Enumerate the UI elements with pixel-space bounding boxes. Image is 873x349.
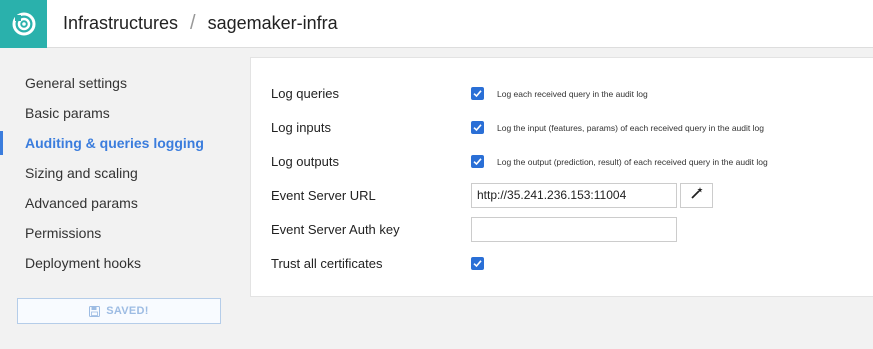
log-queries-checkbox[interactable] [471,87,484,100]
log-inputs-row: Log inputs Log the input (features, para… [251,113,873,143]
event-server-auth-key-input[interactable] [471,217,677,242]
sidebar-item-basic-params[interactable]: Basic params [0,98,249,128]
saved-button-label: SAVED! [106,305,149,317]
saved-button[interactable]: SAVED! [17,298,221,324]
log-inputs-checkbox[interactable] [471,121,484,134]
sidebar-item-permissions[interactable]: Permissions [0,218,249,248]
event-server-url-row: Event Server URL http://35.241.236.153:1… [251,181,873,211]
sidebar-item-sizing-scaling[interactable]: Sizing and scaling [0,158,249,188]
log-outputs-row: Log outputs Log the output (prediction, … [251,147,873,177]
magic-wand-icon [690,186,704,205]
log-queries-label: Log queries [271,86,339,101]
trust-all-certificates-checkbox[interactable] [471,257,484,270]
trust-all-certificates-label: Trust all certificates [271,256,383,271]
magic-wand-button[interactable] [680,183,713,208]
floppy-disk-icon [89,305,101,317]
log-outputs-checkbox[interactable] [471,155,484,168]
top-bar: Infrastructures / sagemaker-infra [0,0,873,48]
dataiku-logo-icon[interactable] [0,0,47,48]
sidebar-item-general-settings[interactable]: General settings [0,68,249,98]
settings-sidebar: General settings Basic params Auditing &… [0,48,249,349]
event-server-auth-key-row: Event Server Auth key [251,215,873,245]
event-server-auth-key-label: Event Server Auth key [271,222,400,237]
auditing-settings-panel: Log queries Log each received query in t… [250,57,873,297]
sidebar-item-advanced-params[interactable]: Advanced params [0,188,249,218]
log-queries-row: Log queries Log each received query in t… [251,79,873,109]
log-outputs-label: Log outputs [271,154,339,169]
event-server-url-input[interactable]: http://35.241.236.153:11004 [471,183,677,208]
event-server-url-label: Event Server URL [271,188,376,203]
breadcrumb-infrastructures-link[interactable]: Infrastructures [63,13,178,34]
log-queries-help: Log each received query in the audit log [497,89,648,99]
breadcrumb-current: sagemaker-infra [207,13,338,33]
log-inputs-help: Log the input (features, params) of each… [497,123,764,133]
sidebar-item-auditing-queries-logging[interactable]: Auditing & queries logging [0,128,249,158]
breadcrumb: Infrastructures / sagemaker-infra [63,12,338,35]
breadcrumb-separator: / [190,12,196,34]
log-outputs-help: Log the output (prediction, result) of e… [497,157,768,167]
log-inputs-label: Log inputs [271,120,331,135]
sidebar-item-deployment-hooks[interactable]: Deployment hooks [0,248,249,278]
trust-all-certificates-row: Trust all certificates [251,249,873,279]
